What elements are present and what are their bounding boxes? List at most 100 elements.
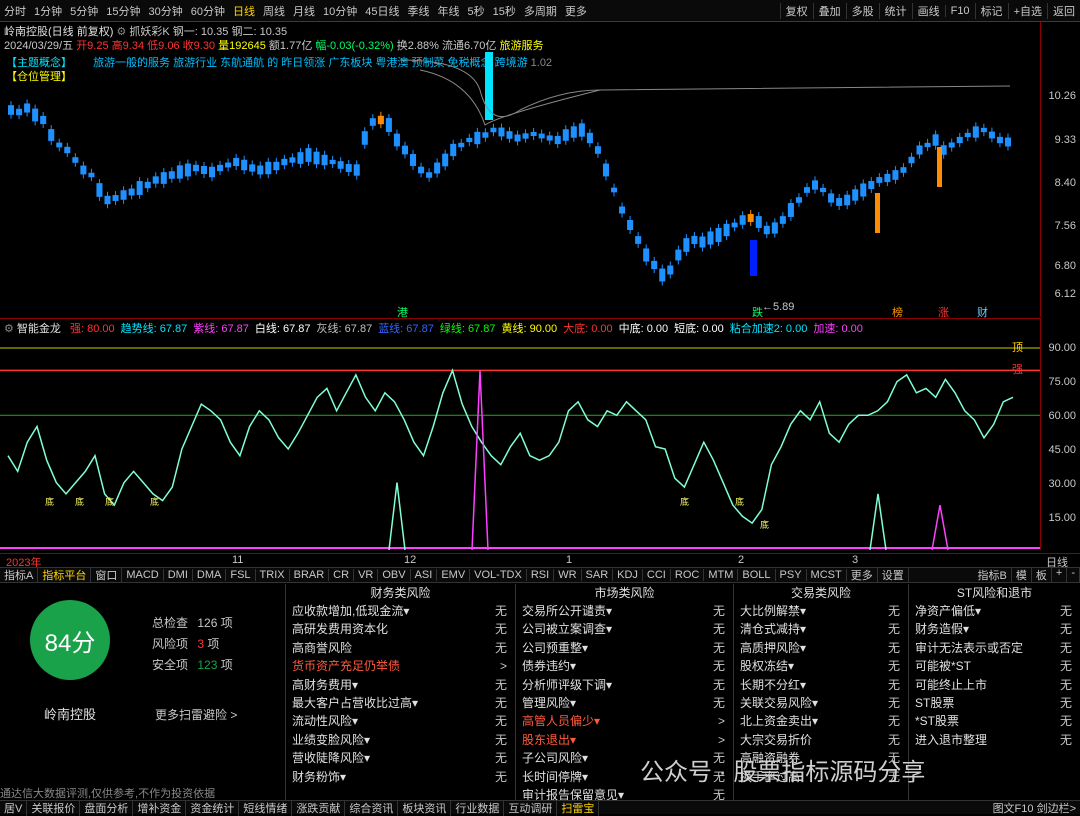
indicator-tab[interactable]: BRAR xyxy=(290,569,330,581)
period-tab[interactable]: 5秒 xyxy=(464,3,489,19)
bottom-tab[interactable]: 盘面分析 xyxy=(80,799,134,816)
risk-row[interactable]: 高质押风险▾ 无 xyxy=(734,639,908,657)
event-marker[interactable]: 港 xyxy=(397,306,408,318)
toolbar-button[interactable]: F10 xyxy=(944,5,975,17)
indicator-tab[interactable]: ASI xyxy=(411,569,438,581)
tabbar-right-button[interactable]: + xyxy=(1052,567,1068,583)
bottom-tab[interactable]: 资金统计 xyxy=(186,799,240,816)
risk-row[interactable]: 清仓式减持▾ 无 xyxy=(734,620,908,638)
indicator-tab[interactable]: 指标平台 xyxy=(38,567,92,583)
period-tab[interactable]: 日线 xyxy=(229,3,259,19)
event-marker[interactable]: 涨 xyxy=(938,306,949,318)
risk-row[interactable]: 公司预重整▾ 无 xyxy=(516,639,733,657)
indicator-chart[interactable]: 底底底底底底底顶强 xyxy=(0,333,1040,553)
indicator-tab[interactable]: VR xyxy=(354,569,379,581)
risk-row[interactable]: 高商誉风险 无 xyxy=(286,639,515,657)
risk-row[interactable]: 审计无法表示或否定 无 xyxy=(909,639,1080,657)
risk-row[interactable]: 货币资产充足仍举债 > xyxy=(286,657,515,675)
risk-row[interactable]: 高管人员偏少▾ > xyxy=(516,712,733,730)
indicator-tab[interactable]: MACD xyxy=(122,569,164,581)
risk-row[interactable]: 管理风险▾ 无 xyxy=(516,694,733,712)
period-tab[interactable]: 分时 xyxy=(0,3,30,19)
indicator-tab[interactable]: VOL-TDX xyxy=(470,569,527,581)
risk-row[interactable]: 长期不分红▾ 无 xyxy=(734,676,908,694)
risk-row[interactable]: *ST股票 无 xyxy=(909,712,1080,730)
bottom-tab[interactable]: 关联报价 xyxy=(27,799,81,816)
bottom-tab[interactable]: 居V xyxy=(0,799,28,816)
risk-row[interactable]: 北上资金卖出▾ 无 xyxy=(734,712,908,730)
indicator-tab[interactable]: SAR xyxy=(582,569,614,581)
indicator-tab[interactable]: RSI xyxy=(527,569,555,581)
risk-row[interactable]: 业绩变脸风险▾ 无 xyxy=(286,731,515,749)
bottom-tab[interactable]: 行业数据 xyxy=(451,799,505,816)
bottom-tab[interactable]: 短线情绪 xyxy=(239,799,293,816)
risk-row[interactable]: 可能终止上市 无 xyxy=(909,676,1080,694)
risk-row[interactable]: 交易所公开谴责▾ 无 xyxy=(516,602,733,620)
risk-row[interactable]: 可能被*ST 无 xyxy=(909,657,1080,675)
indicator-tab[interactable]: 指标A xyxy=(0,567,39,583)
indicator-tab[interactable]: WR xyxy=(554,569,582,581)
toolbar-button[interactable]: 多股 xyxy=(845,3,879,19)
indicator-tab[interactable]: CCI xyxy=(643,569,671,581)
event-marker[interactable]: 跌 xyxy=(752,305,763,318)
indicator-tab[interactable]: TRIX xyxy=(256,569,290,581)
indicator-tab[interactable]: EMV xyxy=(437,569,471,581)
indicator-tab[interactable]: 窗口 xyxy=(91,567,123,583)
indicator-tab[interactable]: CR xyxy=(329,569,355,581)
risk-row[interactable]: 股东退出▾ > xyxy=(516,731,733,749)
period-tab[interactable]: 更多 xyxy=(561,3,591,19)
indicator-tab[interactable]: 设置 xyxy=(878,567,909,583)
period-tab[interactable]: 30分钟 xyxy=(145,3,187,19)
risk-row[interactable]: 净资产偏低▾ 无 xyxy=(909,602,1080,620)
risk-row[interactable]: 高财务费用▾ 无 xyxy=(286,676,515,694)
period-tab[interactable]: 月线 xyxy=(289,3,319,19)
bottom-tab[interactable]: 扫雷宝 xyxy=(557,799,600,816)
toolbar-button[interactable]: +自选 xyxy=(1007,3,1047,19)
risk-row[interactable]: 大宗交易折价 无 xyxy=(734,731,908,749)
tabbar-right-button[interactable]: 指标B xyxy=(974,567,1012,583)
indicator-tab[interactable]: MTM xyxy=(704,569,739,581)
event-marker[interactable]: 榜 xyxy=(892,305,903,318)
period-tab[interactable]: 60分钟 xyxy=(187,3,229,19)
indicator-tab[interactable]: MCST xyxy=(807,569,847,581)
bottom-tab[interactable]: 涨跌贡献 xyxy=(292,799,346,816)
risk-row[interactable]: 股权冻结▾ 无 xyxy=(734,657,908,675)
indicator-tab[interactable]: FSL xyxy=(226,569,256,581)
risk-row[interactable]: 进入退市整理 无 xyxy=(909,731,1080,749)
indicator-tab[interactable]: DMI xyxy=(164,569,193,581)
toolbar-button[interactable]: 返回 xyxy=(1047,3,1080,19)
bottom-tab[interactable]: 综合资讯 xyxy=(345,799,399,816)
period-tab[interactable]: 周线 xyxy=(259,3,289,19)
bottom-right[interactable]: 图文F10 剑边栏> xyxy=(993,800,1080,816)
tabbar-right-button[interactable]: 模 xyxy=(1012,567,1032,583)
risk-row[interactable]: 公司被立案调查▾ 无 xyxy=(516,620,733,638)
indicator-tab[interactable]: ROC xyxy=(671,569,705,581)
risk-row[interactable]: 分析师评级下调▾ 无 xyxy=(516,676,733,694)
risk-row[interactable]: 应收款增加,低现金流▾ 无 xyxy=(286,602,515,620)
bottom-tab[interactable]: 板块资讯 xyxy=(398,799,452,816)
indicator-tab[interactable]: DMA xyxy=(193,569,227,581)
indicator-tab[interactable]: 更多 xyxy=(847,567,878,583)
period-tab[interactable]: 多周期 xyxy=(520,3,561,19)
period-tab[interactable]: 10分钟 xyxy=(319,3,361,19)
period-tab[interactable]: 季线 xyxy=(404,3,434,19)
period-tab[interactable]: 年线 xyxy=(434,3,464,19)
risk-row[interactable]: 大比例解禁▾ 无 xyxy=(734,602,908,620)
risk-row[interactable]: 高研发费用资本化 无 xyxy=(286,620,515,638)
indicator-tab[interactable]: OBV xyxy=(378,569,411,581)
period-tab[interactable]: 5分钟 xyxy=(66,3,102,19)
period-tab[interactable]: 15分钟 xyxy=(102,3,144,19)
tabbar-right-button[interactable]: - xyxy=(1067,567,1080,583)
risk-row[interactable]: 财务造假▾ 无 xyxy=(909,620,1080,638)
period-tab[interactable]: 1分钟 xyxy=(30,3,66,19)
period-tab[interactable]: 45日线 xyxy=(361,3,403,19)
period-tab[interactable]: 15秒 xyxy=(489,3,520,19)
risk-row[interactable]: 最大客户占营收比过高▾ 无 xyxy=(286,694,515,712)
bottom-tab[interactable]: 互动调研 xyxy=(504,799,558,816)
risk-row[interactable]: 营收陡降风险▾ 无 xyxy=(286,749,515,767)
risk-row[interactable]: 流动性风险▾ 无 xyxy=(286,712,515,730)
toolbar-button[interactable]: 画线 xyxy=(911,3,945,19)
toolbar-button[interactable]: 统计 xyxy=(878,3,912,19)
indicator-tab[interactable]: KDJ xyxy=(613,569,643,581)
risk-row[interactable]: ST股票 无 xyxy=(909,694,1080,712)
